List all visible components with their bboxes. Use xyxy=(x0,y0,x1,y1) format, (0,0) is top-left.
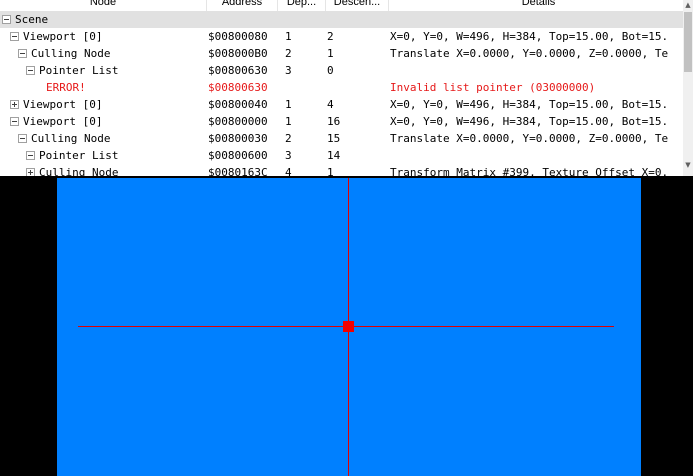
descendants-cell: 15 xyxy=(327,132,341,145)
tree-row[interactable]: Viewport [0] $00800040 1 4 X=0, Y=0, W=496, … xyxy=(0,96,683,113)
vertical-scrollbar[interactable]: ▲ ▼ xyxy=(683,0,693,176)
address-cell: $00800600 xyxy=(208,149,268,162)
collapse-icon[interactable] xyxy=(26,66,35,75)
node-label: ERROR! xyxy=(46,81,86,94)
tree-row[interactable]: Culling Node $00800030 2 15 Translate X=0.00… xyxy=(0,130,683,147)
expand-icon[interactable] xyxy=(26,168,35,176)
depth-cell: 3 xyxy=(285,64,292,77)
node-label: Viewport [0] xyxy=(23,98,103,111)
descendants-cell: 2 xyxy=(327,30,334,43)
descendants-cell: 16 xyxy=(327,115,341,128)
depth-cell: 4 xyxy=(285,166,292,176)
depth-cell: 2 xyxy=(285,47,292,60)
tree-row[interactable]: Pointer List $00800630 3 0 xyxy=(0,62,683,79)
collapse-icon[interactable] xyxy=(26,151,35,160)
descendants-cell: 0 xyxy=(327,64,334,77)
tree-row[interactable]: Culling Node $008000B0 2 1 Translate X=0.000… xyxy=(0,45,683,62)
address-cell: $00800030 xyxy=(208,132,268,145)
collapse-icon[interactable] xyxy=(2,15,11,24)
address-cell: $00800630 xyxy=(208,81,268,94)
node-label: Culling Node xyxy=(31,47,111,60)
collapse-icon[interactable] xyxy=(18,49,27,58)
column-depth[interactable]: Dep... xyxy=(278,0,326,11)
address-cell: $00800630 xyxy=(208,64,268,77)
depth-cell: 1 xyxy=(285,98,292,111)
address-cell: $0080163C xyxy=(208,166,268,176)
tree-row[interactable]: Culling Node $0080163C 4 1 Transform Matrix … xyxy=(0,164,683,176)
scroll-thumb[interactable] xyxy=(684,12,692,72)
column-descendants[interactable]: Descen... xyxy=(326,0,389,11)
node-label: Culling Node xyxy=(31,132,111,145)
tree-row[interactable]: Scene xyxy=(0,11,683,28)
column-node[interactable]: Node xyxy=(0,0,207,11)
column-details[interactable]: Details xyxy=(389,0,683,11)
column-address[interactable]: Address xyxy=(207,0,278,11)
scroll-up-icon[interactable]: ▲ xyxy=(683,0,693,10)
scene-tree-panel: Node Address Dep... Descen... Details Sc… xyxy=(0,0,693,176)
node-label: Scene xyxy=(15,13,49,26)
depth-cell: 2 xyxy=(285,132,292,145)
details-cell: Translate X=0.0000, Y=0.0000, Z=0.0000, … xyxy=(390,132,669,145)
tree-row[interactable]: Viewport [0] $00800080 1 2 X=0, Y=0, W=496, … xyxy=(0,28,683,45)
descendants-cell: 14 xyxy=(327,149,341,162)
scroll-down-icon[interactable]: ▼ xyxy=(683,160,693,170)
descendants-cell: 1 xyxy=(327,47,334,60)
render-viewport[interactable] xyxy=(0,178,693,476)
depth-cell: 1 xyxy=(285,115,292,128)
address-cell: $008000B0 xyxy=(208,47,268,60)
origin-marker[interactable] xyxy=(343,321,354,332)
details-cell: X=0, Y=0, W=496, H=384, Top=15.00, Bot=1… xyxy=(390,98,669,111)
descendants-cell: 1 xyxy=(327,166,334,176)
collapse-icon[interactable] xyxy=(18,134,27,143)
error-row[interactable]: ERROR! $00800630 Invalid list pointer (030… xyxy=(0,79,683,96)
details-cell: Translate X=0.0000, Y=0.0000, Z=0.0000, … xyxy=(390,47,669,60)
collapse-icon[interactable] xyxy=(10,117,19,126)
render-canvas[interactable] xyxy=(57,178,641,476)
node-label: Viewport [0] xyxy=(23,30,103,43)
tree-row[interactable]: Pointer List $00800600 3 14 xyxy=(0,147,683,164)
node-label: Pointer List xyxy=(39,64,119,77)
descendants-cell: 4 xyxy=(327,98,334,111)
expand-icon[interactable] xyxy=(10,100,19,109)
details-cell: X=0, Y=0, W=496, H=384, Top=15.00, Bot=1… xyxy=(390,115,669,128)
details-cell: X=0, Y=0, W=496, H=384, Top=15.00, Bot=1… xyxy=(390,30,669,43)
address-cell: $00800080 xyxy=(208,30,268,43)
details-cell: Invalid list pointer (03000000) xyxy=(390,81,596,94)
node-label: Culling Node xyxy=(39,166,119,176)
depth-cell: 1 xyxy=(285,30,292,43)
node-label: Pointer List xyxy=(39,149,119,162)
address-cell: $00800040 xyxy=(208,98,268,111)
node-label: Viewport [0] xyxy=(23,115,103,128)
details-cell: Transform Matrix #399, Texture Offset X=… xyxy=(390,166,669,176)
depth-cell: 3 xyxy=(285,149,292,162)
collapse-icon[interactable] xyxy=(10,32,19,41)
tree-row[interactable]: Viewport [0] $00800000 1 16 X=0, Y=0, W=496,… xyxy=(0,113,683,130)
address-cell: $00800000 xyxy=(208,115,268,128)
